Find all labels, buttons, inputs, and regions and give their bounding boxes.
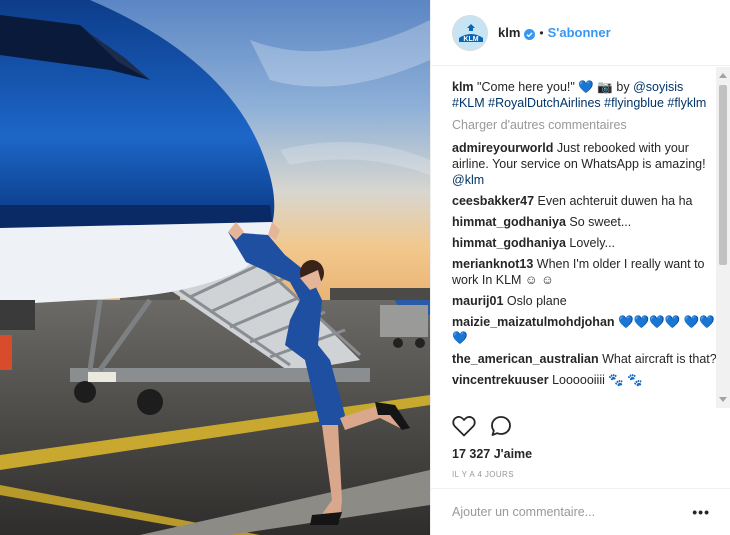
- comment-item: ceesbakker47 Even achteruit duwen ha ha: [452, 193, 717, 209]
- comment-username[interactable]: himmat_godhaniya: [452, 236, 566, 250]
- instagram-post-view: KLM klm • S'abonner klm "Come here you!"…: [0, 0, 730, 535]
- follow-button[interactable]: S'abonner: [548, 25, 611, 40]
- comment-item: vincentrekuuser Loooooiiii 🐾 🐾: [452, 372, 717, 388]
- comment-item: the_american_australian What aircraft is…: [452, 351, 717, 367]
- caption-username[interactable]: klm: [452, 80, 474, 94]
- comment-item: maurij01 Oslo plane: [452, 293, 717, 309]
- caption-text: "Come here you!" 💙 📷 by: [477, 80, 634, 94]
- caption: klm "Come here you!" 💙 📷 by @soyisis #KL…: [452, 79, 717, 111]
- comment-item: himmat_godhaniya Lovely...: [452, 235, 717, 251]
- comment-username[interactable]: vincentrekuuser: [452, 373, 549, 387]
- comment-username[interactable]: maurij01: [452, 294, 503, 308]
- scroll-down-arrow-icon[interactable]: [719, 397, 727, 402]
- comment-text: Lovely...: [569, 236, 616, 250]
- post-photo[interactable]: [0, 0, 430, 535]
- header-username[interactable]: klm: [498, 25, 520, 40]
- comment-text: Oslo plane: [506, 294, 567, 308]
- comment-username[interactable]: the_american_australian: [452, 352, 599, 366]
- comment-username[interactable]: merianknot13: [452, 257, 533, 271]
- likes-count[interactable]: 17 327 J'aime: [452, 447, 532, 461]
- add-comment-input[interactable]: [452, 505, 693, 519]
- comment-text: So sweet...: [569, 215, 632, 229]
- more-options-icon[interactable]: •••: [692, 504, 710, 520]
- comment-mention[interactable]: @klm: [452, 173, 484, 187]
- verified-badge-icon: [524, 27, 536, 40]
- comment-text: Loooooiiii 🐾 🐾: [552, 373, 643, 387]
- comment-username[interactable]: ceesbakker47: [452, 194, 534, 208]
- comments-list[interactable]: klm "Come here you!" 💙 📷 by @soyisis #KL…: [431, 67, 730, 408]
- comment-username[interactable]: maizie_maizatulmohdjohan: [452, 315, 615, 329]
- svg-text:KLM: KLM: [463, 36, 478, 43]
- comment-text: What aircraft is that?: [602, 352, 717, 366]
- heart-icon[interactable]: [452, 415, 476, 442]
- comment-item: himmat_godhaniya So sweet...: [452, 214, 717, 230]
- comment-username[interactable]: admireyourworld: [452, 141, 553, 155]
- scroll-thumb[interactable]: [719, 85, 727, 265]
- add-comment-row: •••: [431, 488, 730, 535]
- comment-item: admireyourworld Just rebooked with your …: [452, 140, 717, 188]
- post-actions: [452, 413, 512, 443]
- comments-scrollbar[interactable]: [716, 67, 730, 408]
- caption-hashtags[interactable]: #KLM #RoyalDutchAirlines #flyingblue #fl…: [452, 96, 706, 110]
- post-timestamp[interactable]: IL Y A 4 JOURS: [452, 470, 514, 479]
- comment-item: merianknot13 When I'm older I really wan…: [452, 256, 717, 288]
- scroll-up-arrow-icon[interactable]: [719, 73, 727, 78]
- caption-mention[interactable]: @soyisis: [633, 80, 683, 94]
- comment-text: Even achteruit duwen ha ha: [537, 194, 693, 208]
- comment-icon[interactable]: [490, 415, 512, 442]
- comment-username[interactable]: himmat_godhaniya: [452, 215, 566, 229]
- comment-item: maizie_maizatulmohdjohan 💙💙💙💙 💙💙💙: [452, 314, 717, 346]
- avatar[interactable]: KLM: [452, 14, 488, 51]
- post-side-panel: KLM klm • S'abonner klm "Come here you!"…: [430, 0, 730, 535]
- post-header: KLM klm • S'abonner: [431, 0, 730, 66]
- load-more-comments-button[interactable]: Charger d'autres commentaires: [452, 117, 717, 133]
- separator-dot: •: [539, 25, 544, 40]
